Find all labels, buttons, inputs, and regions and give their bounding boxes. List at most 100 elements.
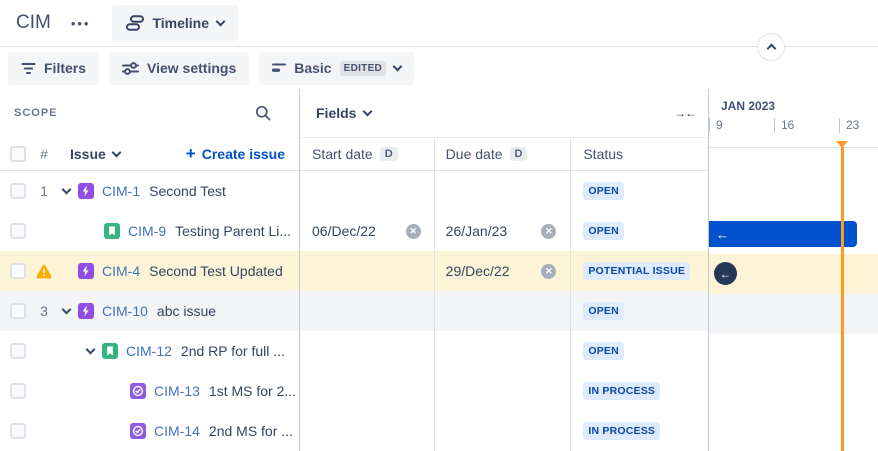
plan-view-dropdown[interactable]: Basic EDITED (259, 51, 415, 85)
status-cell: OPEN (569, 291, 708, 331)
row-checkbox[interactable] (10, 303, 26, 319)
expander-chevron-icon[interactable] (82, 343, 98, 359)
clear-date-icon[interactable] (405, 223, 421, 239)
more-menu-button[interactable]: ••• (65, 10, 97, 37)
story-icon (102, 343, 118, 359)
row-checkbox[interactable] (10, 183, 26, 199)
issue-summary[interactable]: Testing Parent Li... (175, 223, 291, 239)
filters-button[interactable]: Filters (8, 51, 100, 85)
chevron-down-icon (111, 147, 122, 158)
schedule-bar[interactable] (709, 221, 857, 247)
sliders-icon (122, 61, 140, 75)
start-date-cell[interactable] (300, 331, 434, 371)
status-badge[interactable]: OPEN (583, 222, 624, 240)
start-date-cell[interactable]: 06/Dec/22 (300, 211, 434, 251)
epic-icon (78, 303, 94, 319)
issue-summary[interactable]: abc issue (157, 303, 216, 319)
row-checkbox[interactable] (10, 343, 26, 359)
fields-column-headers: Start date D Due date D Status (300, 138, 708, 171)
status-badge[interactable]: OPEN (583, 302, 624, 320)
issue-key-link[interactable]: CIM-12 (126, 343, 172, 359)
issue-key-link[interactable]: CIM-13 (154, 383, 200, 399)
collapse-fields-icon[interactable]: →← (674, 106, 697, 120)
status-badge[interactable]: POTENTIAL ISSUE (583, 262, 691, 280)
status-cell: OPEN (569, 211, 708, 251)
issue-key-link[interactable]: CIM-9 (128, 223, 166, 239)
issue-row[interactable]: CIM-14 2nd MS for ... (0, 411, 299, 451)
timeline-row (709, 214, 878, 254)
search-icon[interactable] (255, 105, 271, 121)
collapse-header-button[interactable] (757, 33, 785, 61)
issue-summary[interactable]: 2nd MS for ... (209, 423, 293, 439)
due-date-cell[interactable]: 29/Dec/22 (434, 251, 570, 291)
status-cell: IN PROCESS (569, 411, 708, 451)
issue-key-link[interactable]: CIM-4 (102, 263, 140, 279)
offscreen-left-marker[interactable] (714, 262, 737, 285)
due-date-cell[interactable] (434, 411, 570, 451)
timeline-view-dropdown[interactable]: Timeline (112, 5, 239, 41)
status-badge[interactable]: IN PROCESS (583, 382, 661, 400)
timeline-view-label: Timeline (152, 15, 210, 31)
timeline-row (709, 374, 878, 414)
start-date-cell[interactable] (300, 411, 434, 451)
issue-row[interactable]: CIM-12 2nd RP for full ... (0, 331, 299, 371)
row-checkbox[interactable] (10, 383, 26, 399)
issue-summary[interactable]: Second Test Updated (149, 263, 283, 279)
status-badge[interactable]: OPEN (583, 342, 624, 360)
row-checkbox[interactable] (10, 263, 26, 279)
timeline-panel: JAN 2023 9 16 23 (709, 89, 878, 451)
issue-row[interactable]: CIM-4 Second Test Updated (0, 251, 299, 291)
milestone-icon (130, 383, 146, 399)
row-checkbox[interactable] (10, 423, 26, 439)
due-date-cell[interactable] (434, 371, 570, 411)
issue-key-link[interactable]: CIM-1 (102, 183, 140, 199)
issue-key-link[interactable]: CIM-10 (102, 303, 148, 319)
due-date-cell[interactable] (434, 171, 570, 211)
issue-key-link[interactable]: CIM-14 (154, 423, 200, 439)
filters-label: Filters (44, 60, 87, 76)
timeline-app: CIM ••• Timeline Filters View settings B… (0, 0, 878, 451)
view-settings-button[interactable]: View settings (109, 51, 250, 85)
chevron-down-icon (363, 106, 373, 117)
due-date-cell[interactable]: 26/Jan/23 (434, 211, 570, 251)
clear-date-icon[interactable] (541, 223, 557, 239)
due-date-cell[interactable] (434, 291, 570, 331)
clear-date-icon[interactable] (541, 263, 557, 279)
number-column-header: # (40, 145, 48, 162)
start-date-cell[interactable] (300, 251, 434, 291)
chevron-up-icon (766, 43, 776, 54)
issue-row[interactable]: CIM-13 1st MS for 2... (0, 371, 299, 411)
due-date-value[interactable]: 29/Dec/22 (446, 263, 510, 279)
timeline-month-label: JAN 2023 (721, 99, 776, 113)
issue-row[interactable]: 3 CIM-10 abc issue (0, 291, 299, 331)
start-date-value[interactable]: 06/Dec/22 (312, 223, 376, 239)
row-checkbox[interactable] (10, 223, 26, 239)
issue-summary[interactable]: 2nd RP for full ... (181, 343, 285, 359)
chevron-down-icon (215, 16, 226, 27)
fields-dropdown[interactable]: Fields (316, 104, 373, 121)
start-date-column-header: Start date D (300, 146, 434, 162)
start-date-cell[interactable] (300, 171, 434, 211)
issue-column-header[interactable]: Issue (70, 146, 122, 162)
today-line (841, 147, 844, 451)
create-issue-button[interactable]: + Create issue (186, 144, 285, 164)
expander-chevron-icon[interactable] (58, 303, 74, 319)
date-format-badge: D (509, 146, 528, 161)
filter-icon (21, 62, 36, 75)
fields-row: IN PROCESS (300, 411, 708, 451)
project-title: CIM (16, 12, 51, 33)
timeline-row (709, 334, 878, 374)
start-date-cell[interactable] (300, 291, 434, 331)
fields-label: Fields (316, 104, 357, 121)
due-date-cell[interactable] (434, 331, 570, 371)
issue-summary[interactable]: 1st MS for 2... (209, 383, 296, 399)
issue-row[interactable]: 1 CIM-1 Second Test (0, 171, 299, 211)
select-all-checkbox[interactable] (10, 145, 26, 162)
issue-row[interactable]: CIM-9 Testing Parent Li... (0, 211, 299, 251)
issue-summary[interactable]: Second Test (149, 183, 226, 199)
start-date-cell[interactable] (300, 371, 434, 411)
status-badge[interactable]: IN PROCESS (583, 422, 661, 440)
expander-chevron-icon[interactable] (58, 183, 74, 199)
status-badge[interactable]: OPEN (583, 182, 624, 200)
due-date-value[interactable]: 26/Jan/23 (446, 223, 508, 239)
